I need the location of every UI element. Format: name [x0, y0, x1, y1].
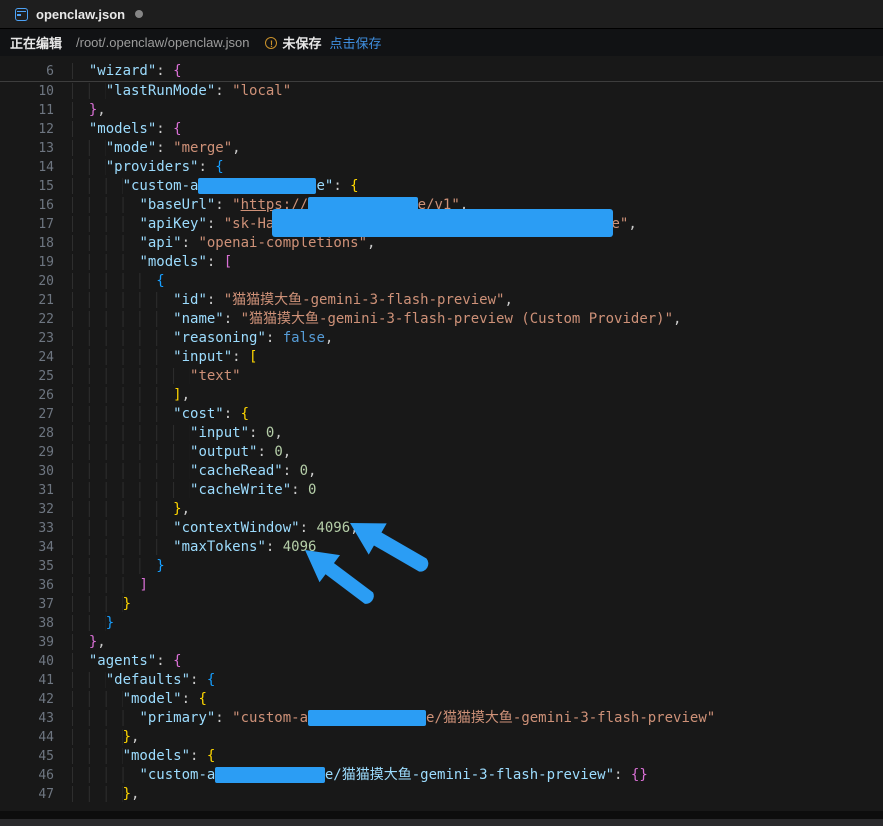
line-number: 35 — [0, 557, 54, 576]
warning-icon: ! — [265, 37, 277, 49]
editor-window: openclaw.json 正在编辑 /root/.openclaw/openc… — [0, 0, 883, 826]
line-number: 36 — [0, 576, 54, 595]
line-number: 38 — [0, 614, 54, 633]
bottom-bar — [0, 819, 883, 826]
line-number: 39 — [0, 633, 54, 652]
line-number: 15 — [0, 177, 54, 196]
code-line: 35 } — [0, 557, 883, 576]
redaction-box — [198, 178, 316, 194]
line-number: 27 — [0, 405, 54, 424]
line-number: 37 — [0, 595, 54, 614]
line-number: 25 — [0, 367, 54, 386]
line-number: 30 — [0, 462, 54, 481]
line-number: 46 — [0, 766, 54, 785]
line-number: 29 — [0, 443, 54, 462]
tab-title[interactable]: openclaw.json — [36, 7, 125, 22]
code-line: 32 }, — [0, 500, 883, 519]
code-line: 13 "mode": "merge", — [0, 139, 883, 158]
status-row: 正在编辑 /root/.openclaw/openclaw.json ! 未保存… — [0, 29, 883, 56]
code-line: 27 "cost": { — [0, 405, 883, 424]
code-line: 6 "wizard": { — [0, 62, 883, 82]
line-number: 47 — [0, 785, 54, 804]
line-number: 20 — [0, 272, 54, 291]
code-line: 25 "text" — [0, 367, 883, 386]
line-number: 18 — [0, 234, 54, 253]
line-number: 17 — [0, 215, 54, 234]
code-line: 19 "models": [ — [0, 253, 883, 272]
line-number: 24 — [0, 348, 54, 367]
code-lines: 6 "wizard": {10 "lastRunMode": "local"11… — [0, 56, 883, 804]
bottom-gap — [0, 811, 883, 819]
line-number: 34 — [0, 538, 54, 557]
json-file-icon — [15, 8, 28, 21]
redaction-box — [308, 710, 426, 726]
line-number: 41 — [0, 671, 54, 690]
line-number: 12 — [0, 120, 54, 139]
code-line: 22 "name": "猫猫摸大鱼-gemini-3-flash-preview… — [0, 310, 883, 329]
redaction-box — [274, 216, 611, 232]
code-line: 21 "id": "猫猫摸大鱼-gemini-3-flash-preview", — [0, 291, 883, 310]
code-line: 11 }, — [0, 101, 883, 120]
line-number: 19 — [0, 253, 54, 272]
line-number: 33 — [0, 519, 54, 538]
code-editor[interactable]: 6 "wizard": {10 "lastRunMode": "local"11… — [0, 56, 883, 811]
line-number: 40 — [0, 652, 54, 671]
save-link[interactable]: 点击保存 — [329, 33, 381, 52]
line-number: 16 — [0, 196, 54, 215]
unsaved-label: 未保存 — [282, 33, 321, 52]
editing-mode-label: 正在编辑 — [10, 33, 62, 52]
code-line: 36 ] — [0, 576, 883, 595]
line-number: 11 — [0, 101, 54, 120]
code-line: 38 } — [0, 614, 883, 633]
line-number: 22 — [0, 310, 54, 329]
line-number: 42 — [0, 690, 54, 709]
line-number: 31 — [0, 481, 54, 500]
code-line: 34 "maxTokens": 4096 — [0, 538, 883, 557]
line-number: 43 — [0, 709, 54, 728]
code-line: 26 ], — [0, 386, 883, 405]
code-line: 20 { — [0, 272, 883, 291]
code-line: 37 } — [0, 595, 883, 614]
code-line: 10 "lastRunMode": "local" — [0, 82, 883, 101]
code-line: 29 "output": 0, — [0, 443, 883, 462]
line-number: 23 — [0, 329, 54, 348]
code-line: 43 "primary": "custom-a e/猫猫摸大鱼-gemini-3… — [0, 709, 883, 728]
code-line: 12 "models": { — [0, 120, 883, 139]
code-line: 46 "custom-a e/猫猫摸大鱼-gemini-3-flash-prev… — [0, 766, 883, 785]
code-line: 42 "model": { — [0, 690, 883, 709]
line-number: 14 — [0, 158, 54, 177]
code-line: 45 "models": { — [0, 747, 883, 766]
code-line: 14 "providers": { — [0, 158, 883, 177]
line-number: 44 — [0, 728, 54, 747]
line-number: 28 — [0, 424, 54, 443]
code-line: 31 "cacheWrite": 0 — [0, 481, 883, 500]
code-line: 47 }, — [0, 785, 883, 804]
code-line: 28 "input": 0, — [0, 424, 883, 443]
code-line: 44 }, — [0, 728, 883, 747]
file-path: /root/.openclaw/openclaw.json — [76, 35, 249, 50]
code-line: 39 }, — [0, 633, 883, 652]
code-line: 40 "agents": { — [0, 652, 883, 671]
line-number: 26 — [0, 386, 54, 405]
unsaved-dot-icon — [135, 10, 143, 18]
code-line: 33 "contextWindow": 4096, — [0, 519, 883, 538]
line-number: 21 — [0, 291, 54, 310]
line-number: 6 — [0, 62, 54, 81]
code-line: 15 "custom-a e": { — [0, 177, 883, 196]
line-number: 13 — [0, 139, 54, 158]
code-line: 24 "input": [ — [0, 348, 883, 367]
redaction-box — [215, 767, 325, 783]
code-line: 41 "defaults": { — [0, 671, 883, 690]
code-line: 17 "apiKey": "sk-Ha e", — [0, 215, 883, 234]
line-number: 32 — [0, 500, 54, 519]
tab-bar: openclaw.json — [0, 0, 883, 29]
line-number: 45 — [0, 747, 54, 766]
code-line: 23 "reasoning": false, — [0, 329, 883, 348]
code-line: 30 "cacheRead": 0, — [0, 462, 883, 481]
line-number: 10 — [0, 82, 54, 101]
